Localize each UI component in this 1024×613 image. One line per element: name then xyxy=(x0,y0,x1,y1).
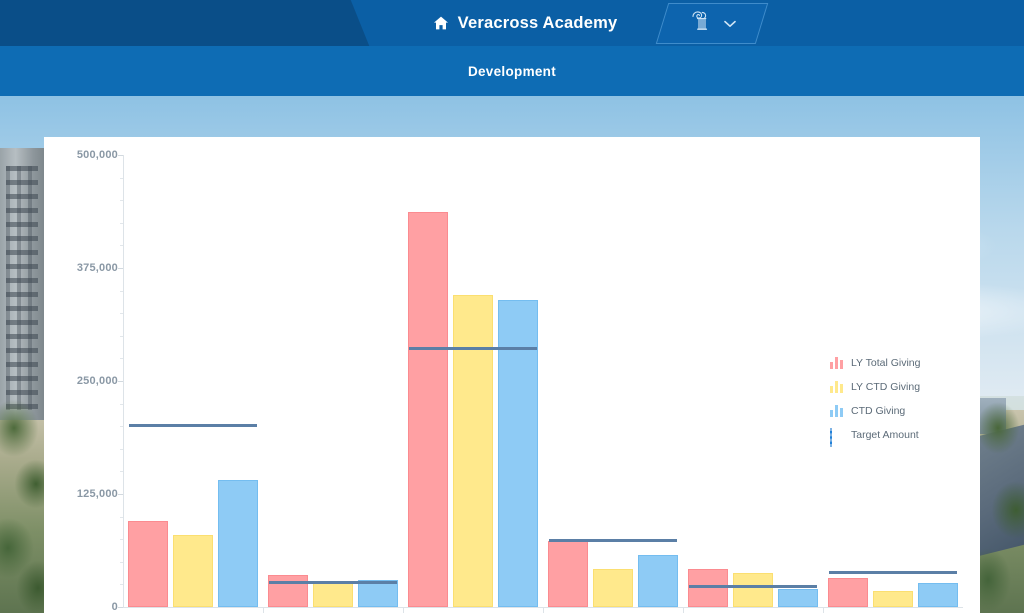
legend-item-label: Target Amount xyxy=(851,429,919,441)
square-swatch-icon xyxy=(830,428,843,447)
legend-item[interactable]: CTD Giving xyxy=(830,399,970,423)
bar[interactable] xyxy=(778,588,818,607)
target-amount-line[interactable] xyxy=(689,585,817,589)
target-amount-line[interactable] xyxy=(409,347,537,351)
x-axis-tick xyxy=(543,607,544,613)
chart-card: 0 125,000 250,000 375,000 500,000 LY Total G… xyxy=(44,137,980,613)
top-navigation-bar: Veracross Academy xyxy=(0,0,1024,46)
bar[interactable] xyxy=(128,521,168,607)
legend-item[interactable]: Target Amount xyxy=(830,423,970,447)
bar[interactable] xyxy=(173,534,213,607)
bar[interactable] xyxy=(638,554,678,607)
page-root: Veracross Academy Development 0 125,000 … xyxy=(0,0,1024,613)
bar-chart: 0 125,000 250,000 375,000 500,000 LY Total G… xyxy=(44,137,980,613)
y-axis-minor-tick xyxy=(120,539,123,541)
y-axis-minor-tick xyxy=(120,313,123,315)
bar-chart-icon xyxy=(830,381,843,393)
chevron-down-icon xyxy=(724,18,736,30)
y-axis-minor-tick xyxy=(120,177,123,179)
x-axis-tick xyxy=(263,607,264,613)
brand-title: Veracross Academy xyxy=(457,13,618,32)
y-axis-minor-tick xyxy=(120,358,123,360)
y-axis-tick-label: 375,000 xyxy=(76,262,118,274)
y-axis-tick-label: 250,000 xyxy=(76,375,118,387)
target-amount-line[interactable] xyxy=(129,424,257,428)
legend-item[interactable]: LY CTD Giving xyxy=(830,375,970,399)
y-axis-minor-tick xyxy=(120,448,123,450)
bar[interactable] xyxy=(918,582,958,607)
bar[interactable] xyxy=(453,295,493,607)
y-axis-tick xyxy=(118,494,123,495)
legend-item-label: LY Total Giving xyxy=(851,357,921,369)
topbar-left-panel xyxy=(0,0,344,46)
y-axis-minor-tick xyxy=(120,403,123,405)
y-axis-tick xyxy=(118,381,123,382)
y-axis-tick xyxy=(118,268,123,269)
y-axis-minor-tick xyxy=(120,200,123,202)
y-axis-minor-tick xyxy=(120,584,123,586)
y-axis-minor-tick xyxy=(120,245,123,247)
legend-item-label: CTD Giving xyxy=(851,405,906,417)
bar[interactable] xyxy=(408,211,448,607)
legend-item[interactable]: LY Total Giving xyxy=(830,351,970,375)
y-axis-tick xyxy=(118,607,123,608)
x-axis-tick xyxy=(823,607,824,613)
target-amount-line[interactable] xyxy=(549,539,677,543)
x-axis-tick xyxy=(403,607,404,613)
background-photo-building xyxy=(0,148,44,420)
bar[interactable] xyxy=(498,299,538,607)
y-axis-minor-tick xyxy=(120,471,123,473)
bar[interactable] xyxy=(358,579,398,607)
chart-legend: LY Total Giving LY CTD Giving CTD Giving Ta… xyxy=(830,351,970,447)
bar-chart-icon xyxy=(830,405,843,417)
school-switcher-tab[interactable] xyxy=(655,3,769,44)
target-amount-line[interactable] xyxy=(269,580,397,584)
bar[interactable] xyxy=(733,572,773,607)
target-amount-line[interactable] xyxy=(829,570,957,574)
y-axis-tick-label: 500,000 xyxy=(76,149,118,161)
bar-chart-icon xyxy=(830,357,843,369)
bar[interactable] xyxy=(313,581,353,607)
brand-home-link[interactable]: Veracross Academy xyxy=(360,0,690,46)
sub-navigation-bar: Development xyxy=(0,46,1024,96)
y-axis-minor-tick xyxy=(120,516,123,518)
y-axis-tick xyxy=(118,155,123,156)
bar[interactable] xyxy=(218,480,258,607)
x-axis-tick xyxy=(683,607,684,613)
legend-item-label: LY CTD Giving xyxy=(851,381,921,393)
y-axis-minor-tick xyxy=(120,335,123,337)
y-axis-minor-tick xyxy=(120,426,123,428)
bar[interactable] xyxy=(873,590,913,607)
bar[interactable] xyxy=(828,578,868,607)
y-axis-labels: 0 125,000 250,000 375,000 500,000 xyxy=(44,137,118,613)
y-axis-minor-tick xyxy=(120,561,123,563)
subnav-item-development[interactable]: Development xyxy=(468,64,556,79)
ionic-column-logo-icon xyxy=(688,8,714,39)
home-icon xyxy=(433,15,449,31)
y-axis-minor-tick xyxy=(120,222,123,224)
y-axis-tick-label: 125,000 xyxy=(76,488,118,500)
bar[interactable] xyxy=(593,569,633,607)
y-axis-minor-tick xyxy=(120,290,123,292)
bar[interactable] xyxy=(548,541,588,607)
